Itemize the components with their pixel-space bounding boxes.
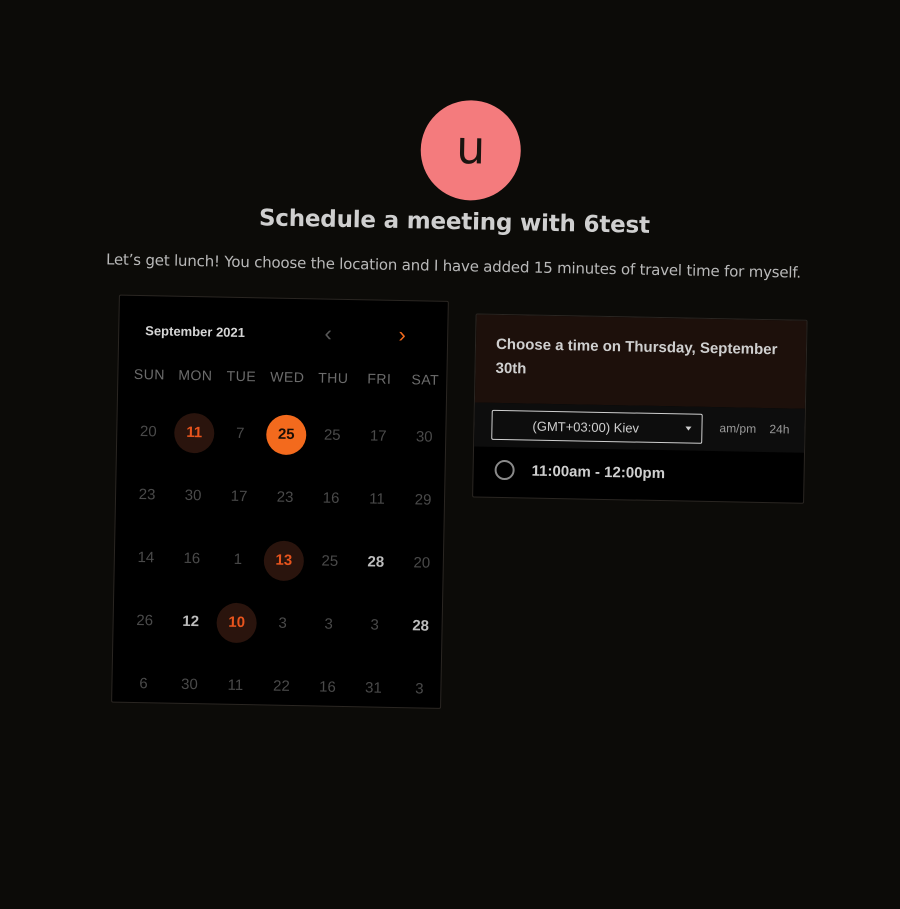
weekday-label: FRI: [367, 370, 392, 387]
calendar-day-label: 29: [414, 491, 432, 509]
calendar-day: 16: [304, 655, 351, 719]
calendar-day: 17: [215, 465, 262, 529]
calendar-day-label: 23: [138, 486, 156, 504]
calendar-day-label: 20: [413, 554, 431, 572]
timezone-value: (GMT+03:00) Kiev: [532, 418, 640, 436]
calendar-day-label: 20: [139, 423, 157, 441]
calendar-day-label: 28: [412, 617, 430, 635]
page-description: Let’s get lunch! You choose the location…: [105, 250, 802, 282]
calendar-day-label: 26: [136, 612, 154, 630]
timezone-row: (GMT+03:00) Kiev am/pm 24h: [474, 402, 805, 453]
scheduler-page: u Schedule a meeting with 6test Let’s ge…: [0, 0, 900, 909]
chevron-left-icon[interactable]: ‹: [316, 321, 340, 346]
calendar-day: 30: [401, 405, 448, 469]
calendar-day: 3: [351, 593, 398, 657]
calendar-day: 28: [397, 594, 444, 658]
format-ampm-toggle[interactable]: am/pm: [719, 421, 756, 436]
calendar-day: 25: [306, 529, 353, 593]
calendar-day: 26: [121, 589, 168, 653]
calendar-day: 23: [123, 463, 170, 527]
calendar-day: 7: [217, 402, 264, 466]
calendar-day: 3: [305, 592, 352, 656]
calendar-day-label: 22: [272, 677, 290, 695]
radio-icon[interactable]: [494, 459, 515, 481]
calendar-day-label: 12: [182, 612, 200, 631]
time-panel: Choose a time on Thursday, September 30t…: [472, 313, 808, 504]
caret-down-icon: [685, 426, 692, 431]
calendar-day: 30: [166, 653, 213, 717]
calendar-day: 1: [214, 528, 261, 592]
calendar-day: 20: [398, 531, 445, 595]
calendar-day: 16: [307, 466, 354, 530]
calendar-day: 23: [261, 465, 308, 529]
calendar-day[interactable]: 10: [213, 591, 260, 655]
time-slot-label: 11:00am - 12:00pm: [531, 462, 666, 483]
calendar: September 2021 ‹ › SUN MON TUE WED THU F…: [111, 294, 449, 709]
calendar-day-label: 10: [216, 602, 258, 643]
weekday-label: SAT: [411, 371, 440, 388]
calendar-day-label: 25: [321, 552, 339, 570]
calendar-day: 20: [125, 400, 172, 464]
calendar-day-label: 11: [173, 412, 215, 453]
calendar-day-label: 16: [322, 489, 340, 507]
weekday-label: SUN: [133, 365, 166, 383]
calendar-day: 16: [168, 527, 215, 591]
page-title: Schedule a meeting with 6test: [258, 205, 651, 239]
avatar-letter: u: [455, 120, 486, 175]
calendar-day: 28: [352, 530, 399, 594]
format-24h-toggle[interactable]: 24h: [769, 422, 789, 436]
calendar-day-label: 30: [415, 428, 433, 446]
calendar-day: 30: [169, 464, 216, 528]
calendar-day: 11: [212, 653, 259, 717]
calendar-day-label: 3: [324, 615, 333, 633]
calendar-day: 12: [167, 590, 214, 654]
calendar-day-label: 16: [318, 678, 336, 696]
timezone-select[interactable]: (GMT+03:00) Kiev: [491, 409, 703, 444]
chevron-right-icon[interactable]: ›: [390, 322, 414, 347]
calendar-day-label: 17: [230, 487, 248, 506]
calendar-day-label: 17: [369, 427, 387, 445]
calendar-day-label: 25: [323, 426, 341, 444]
calendar-day: 6: [120, 652, 167, 716]
calendar-day-label: 28: [367, 553, 385, 571]
calendar-day-label: 3: [370, 616, 379, 634]
calendar-weekday-row: SUN MON TUE WED THU FRI SAT: [126, 366, 448, 388]
calendar-day-label: 1: [233, 550, 243, 569]
calendar-day: 11: [353, 467, 400, 531]
calendar-days-grid: 20 11 7 25 25 17 30 23 30 17 23 16 11 29 14 16 1 13 25 28 20…: [120, 400, 448, 721]
calendar-day-label: 7: [235, 424, 245, 443]
calendar-day-label: 31: [364, 679, 382, 697]
calendar-day[interactable]: 25: [263, 402, 310, 466]
calendar-day: 14: [122, 526, 169, 590]
calendar-day-label: 11: [369, 490, 385, 508]
calendar-day: 31: [350, 656, 397, 720]
calendar-day[interactable]: 11: [171, 401, 218, 465]
calendar-day: 25: [309, 403, 356, 467]
calendar-day-label: 14: [137, 549, 155, 567]
calendar-day-label: 25: [265, 413, 307, 455]
calendar-day-label: 3: [278, 614, 287, 632]
calendar-day-label: 3: [415, 680, 424, 698]
weekday-label: TUE: [226, 367, 257, 385]
calendar-day-label: 6: [139, 675, 148, 693]
calendar-day-label: 16: [183, 549, 201, 568]
calendar-day: 29: [399, 468, 446, 532]
time-panel-heading: Choose a time on Thursday, September 30t…: [474, 314, 807, 409]
calendar-day-label: 23: [276, 488, 294, 507]
calendar-day-label: 11: [227, 676, 244, 695]
calendar-day: 3: [259, 591, 306, 655]
weekday-label: WED: [270, 368, 305, 386]
calendar-day: 17: [355, 404, 402, 468]
avatar: u: [419, 99, 522, 202]
weekday-label: MON: [178, 366, 213, 384]
calendar-day: 3: [396, 657, 443, 721]
calendar-month-label: September 2021: [145, 323, 246, 341]
time-slot[interactable]: 11:00am - 12:00pm: [473, 446, 804, 502]
calendar-day[interactable]: 13: [260, 528, 307, 592]
calendar-day-label: 30: [180, 675, 198, 694]
calendar-day: 22: [258, 654, 305, 718]
calendar-day-label: 13: [263, 539, 305, 581]
calendar-day-label: 30: [184, 486, 202, 505]
weekday-label: THU: [318, 369, 349, 387]
